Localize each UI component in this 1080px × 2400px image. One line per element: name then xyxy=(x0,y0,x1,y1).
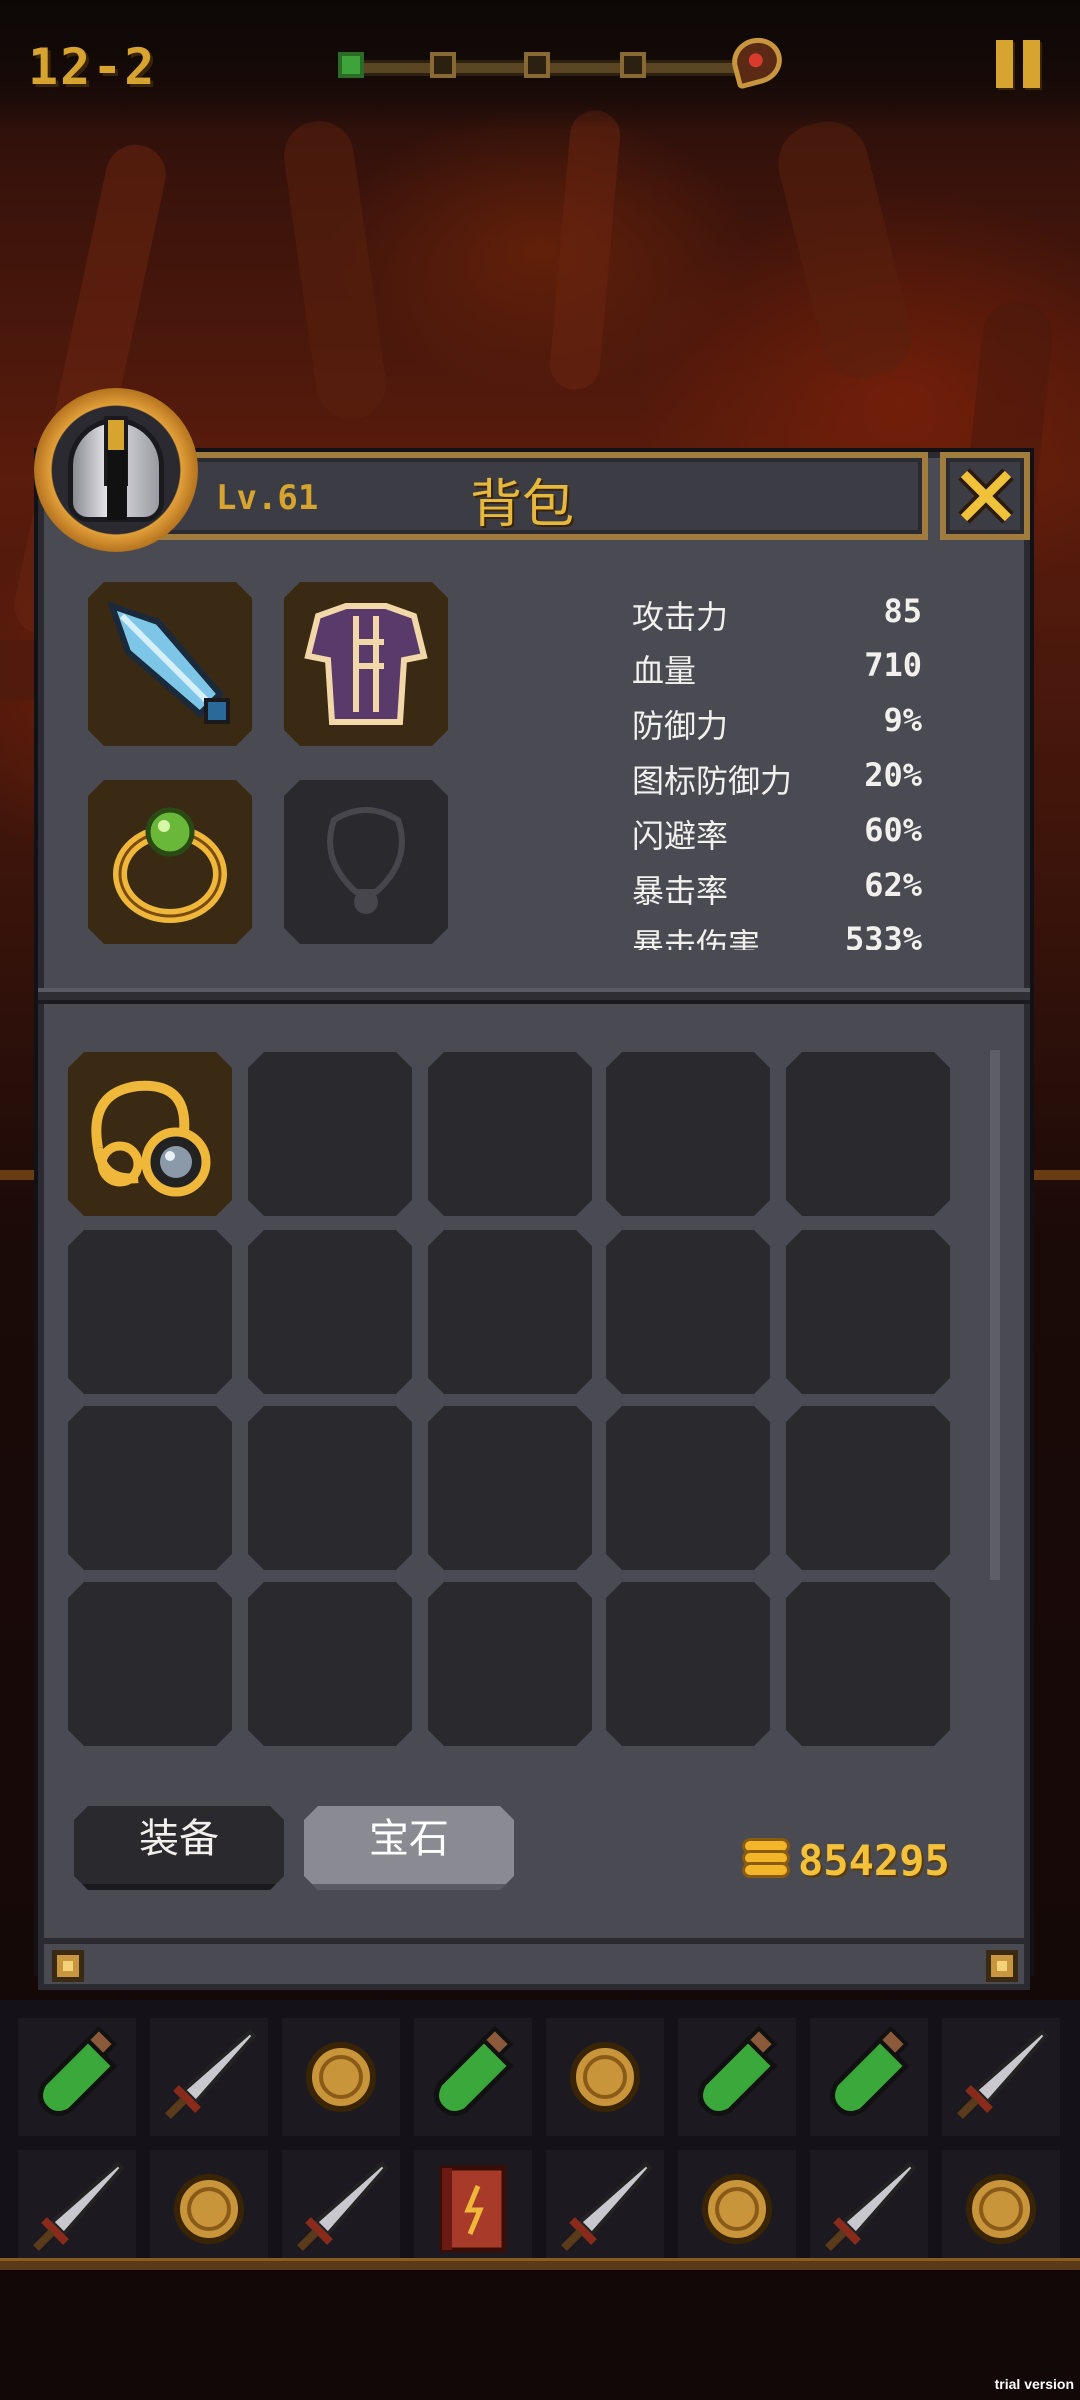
inventory-slot[interactable] xyxy=(786,1052,950,1216)
tab-gems[interactable]: 宝石 xyxy=(304,1806,514,1890)
green-potion-icon xyxy=(830,2025,910,2116)
coin-icon xyxy=(174,2174,244,2244)
coin-icon xyxy=(966,2174,1036,2244)
sword-icon xyxy=(33,2161,125,2251)
trial-watermark: trial version xyxy=(994,2376,1074,2392)
close-button[interactable] xyxy=(940,452,1030,540)
necklace-icon xyxy=(91,1080,211,1197)
stat-health: 血量 710 xyxy=(632,646,922,690)
progress-node-current xyxy=(338,52,364,78)
inventory-slot[interactable] xyxy=(786,1230,950,1394)
sword-icon xyxy=(561,2161,653,2251)
panel-divider xyxy=(38,988,1030,1004)
quick-slot[interactable] xyxy=(942,2150,1060,2268)
inventory-slot[interactable] xyxy=(786,1582,950,1746)
player-avatar[interactable] xyxy=(34,388,198,552)
sword-icon xyxy=(957,2029,1049,2119)
quick-slot[interactable] xyxy=(942,2018,1060,2136)
scrollbar-thumb[interactable] xyxy=(990,1050,1000,1580)
tab-equipment[interactable]: 装备 xyxy=(74,1806,284,1890)
floor-divider xyxy=(0,2258,1080,2270)
corner-stud xyxy=(986,1950,1018,1982)
inventory-slot[interactable] xyxy=(428,1582,592,1746)
inventory-slot[interactable] xyxy=(248,1052,412,1216)
green-potion-icon xyxy=(434,2025,514,2116)
green-potion-icon xyxy=(698,2025,778,2116)
stat-dodge: 闪避率 60% xyxy=(632,811,922,855)
stat-defense: 防御力 9% xyxy=(632,701,922,745)
inventory-slot[interactable] xyxy=(606,1406,770,1570)
inventory-slot[interactable] xyxy=(248,1406,412,1570)
coin-icon xyxy=(570,2042,640,2112)
stats-panel: 攻击力 85 血量 710 防御力 9% 图标防御力 20% 闪避率 60% 暴… xyxy=(620,580,940,950)
inventory-slot[interactable] xyxy=(428,1406,592,1570)
progress-node xyxy=(430,52,456,78)
stat-crit-damage: 暴击伤害 533% xyxy=(632,920,922,950)
gold-coin-icon xyxy=(742,1838,790,1882)
inventory-slot[interactable] xyxy=(606,1582,770,1746)
stat-crit-rate: 暴击率 62% xyxy=(632,866,922,910)
quick-slot[interactable] xyxy=(282,2018,400,2136)
quick-slot[interactable] xyxy=(810,2018,928,2136)
inventory-slot[interactable] xyxy=(68,1582,232,1746)
inventory-slot[interactable] xyxy=(428,1052,592,1216)
sword-icon xyxy=(165,2029,257,2119)
panel-footer xyxy=(38,1938,1030,1990)
quick-slot[interactable] xyxy=(414,2018,532,2136)
equip-slot-weapon[interactable] xyxy=(88,582,252,746)
player-level: Lv.61 xyxy=(216,478,319,518)
sword-icon xyxy=(297,2161,389,2251)
inventory-slot[interactable] xyxy=(606,1052,770,1216)
dagger-icon xyxy=(107,601,230,724)
equip-slot-ring[interactable] xyxy=(88,780,252,944)
coin-icon xyxy=(306,2042,376,2112)
quick-slot[interactable] xyxy=(150,2018,268,2136)
quick-slot[interactable] xyxy=(546,2150,664,2268)
quick-slot[interactable] xyxy=(678,2150,796,2268)
stat-attack: 攻击力 85 xyxy=(632,592,922,636)
inventory-slot[interactable] xyxy=(68,1052,232,1216)
ring-icon xyxy=(113,807,227,923)
inventory-slot[interactable] xyxy=(68,1230,232,1394)
equip-slot-necklace[interactable] xyxy=(284,780,448,944)
gold-amount: 854295 xyxy=(798,1836,950,1885)
inventory-slot[interactable] xyxy=(248,1230,412,1394)
corner-stud xyxy=(52,1950,84,1982)
quick-slot[interactable] xyxy=(414,2150,532,2268)
coin-icon xyxy=(702,2174,772,2244)
inventory-slot[interactable] xyxy=(248,1582,412,1746)
quick-slot[interactable] xyxy=(546,2018,664,2136)
sword-icon xyxy=(825,2161,917,2251)
inventory-slot[interactable] xyxy=(606,1230,770,1394)
quick-slot[interactable] xyxy=(810,2150,928,2268)
quick-slot[interactable] xyxy=(18,2150,136,2268)
necklace-placeholder-icon xyxy=(327,807,405,914)
inventory-slot[interactable] xyxy=(428,1230,592,1394)
progress-node xyxy=(524,52,550,78)
inventory-scrollbar[interactable] xyxy=(990,1050,1000,1580)
quick-slot[interactable] xyxy=(18,2018,136,2136)
pause-button[interactable] xyxy=(994,40,1042,88)
inventory-slot[interactable] xyxy=(786,1406,950,1570)
stage-label: 12-2 xyxy=(28,38,157,96)
progress-node xyxy=(620,52,646,78)
close-icon xyxy=(958,468,1014,524)
spellbook-icon xyxy=(439,2165,507,2253)
quick-slot[interactable] xyxy=(150,2150,268,2268)
quick-slot[interactable] xyxy=(678,2018,796,2136)
inventory-slot[interactable] xyxy=(68,1406,232,1570)
armor-icon xyxy=(304,603,428,725)
quick-slot[interactable] xyxy=(282,2150,400,2268)
equip-slot-armor[interactable] xyxy=(284,582,448,746)
backpack-title: 背包 xyxy=(470,475,575,535)
green-potion-icon xyxy=(38,2025,118,2116)
pause-icon xyxy=(996,40,1013,88)
stat-icon-defense: 图标防御力 20% xyxy=(632,756,922,800)
